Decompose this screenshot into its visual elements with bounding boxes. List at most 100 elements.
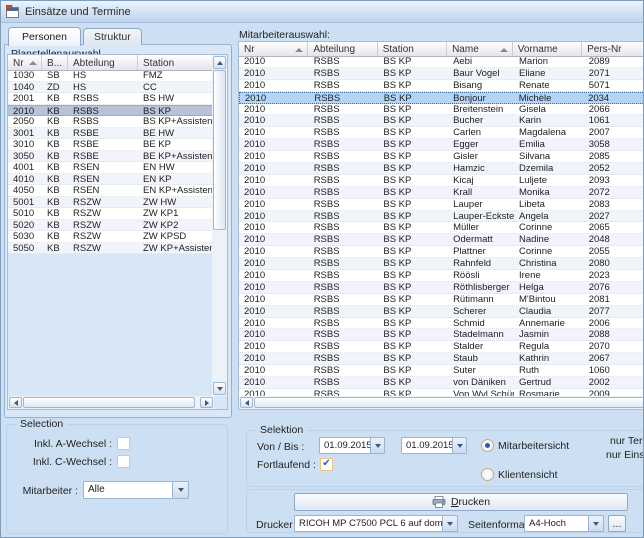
fortlaufend-checkbox[interactable]: ✔ — [320, 458, 333, 471]
scroll-up-button[interactable] — [213, 56, 226, 69]
scroll-left-button[interactable] — [9, 397, 22, 408]
table-row[interactable]: 4001KBRSENEN HW — [8, 162, 214, 174]
column-header[interactable]: Station — [378, 42, 447, 56]
table-row[interactable]: 5030KBRSZWZW KPSD — [8, 231, 214, 243]
drucken-button[interactable]: Drucken — [294, 493, 628, 511]
seitenformat-combobox[interactable]: A4-Hoch — [524, 515, 604, 532]
table-cell: HS — [68, 82, 138, 93]
table-row[interactable]: 5001KBRSZWZW HW — [8, 197, 214, 209]
date-from-picker[interactable]: 01.09.2015 — [319, 437, 385, 454]
table-row[interactable]: 2010RSBSBS KPLauper-EcksteinAngela2027 — [239, 211, 644, 223]
column-header[interactable]: Vorname — [513, 42, 582, 56]
table-row[interactable]: 5050KBRSZWZW KP+Assistenz — [8, 243, 214, 255]
table-cell: RSBS — [309, 270, 379, 281]
table-row[interactable]: 4010KBRSENEN KP — [8, 174, 214, 186]
titlebar[interactable]: Einsätze und Termine — [1, 1, 644, 23]
table-row[interactable]: 2010RSBSBS KPSchererClaudia2077 — [239, 306, 644, 318]
table-row[interactable]: 5020KBRSZWZW KP2 — [8, 220, 214, 232]
table-row[interactable]: 2010RSBSBS KPSchmidAnnemarie2006 — [239, 318, 644, 330]
mitarbeitersicht-radio[interactable] — [481, 439, 494, 452]
table-row[interactable]: 2010RSBSBS KPOdermattNadine2048 — [239, 234, 644, 246]
planstellen-vscrollbar[interactable] — [212, 55, 227, 396]
column-header[interactable]: B... — [42, 55, 68, 70]
table-row[interactable]: 5010KBRSZWZW KP1 — [8, 208, 214, 220]
sort-ascending-icon — [500, 48, 508, 52]
inkl-c-wechsel-checkbox[interactable]: ✔ — [117, 455, 130, 468]
table-row[interactable]: 2010RSBSBS KPKicajLuljete2093 — [239, 175, 644, 187]
drucker-combobox-value: RICOH MP C7500 PCL 6 auf domissrv01 (um — [295, 516, 442, 531]
table-cell: 3010 — [8, 139, 42, 150]
table-cell: 2010 — [239, 139, 309, 150]
table-row[interactable]: 2010RSBSBS KPBucherKarin1061 — [239, 115, 644, 127]
column-header[interactable]: Abteilung — [308, 42, 377, 56]
table-row[interactable]: 4050KBRSENEN KP+Assistenz — [8, 185, 214, 197]
table-row[interactable]: 2010RSBSBS KPPlattnerCorinne2055 — [239, 246, 644, 258]
table-row[interactable]: 2010KBRSBSBS KP — [8, 105, 214, 117]
scroll-left-button[interactable] — [240, 397, 253, 408]
table-cell: 2010 — [239, 151, 309, 162]
table-row[interactable]: 2010RSBSBS KPStalderRegula2070 — [239, 341, 644, 353]
table-row[interactable]: 2010RSBSBS KPBonjourMichèle2034 — [239, 92, 644, 104]
table-row[interactable]: 2010RSBSBS KPEggerEmilia3058 — [239, 139, 644, 151]
table-row[interactable]: 2010RSBSBS KPvon DänikenGertrud2002 — [239, 377, 644, 389]
klientensicht-radio[interactable] — [481, 468, 494, 481]
table-row[interactable]: 2010RSBSBS KPHamzicDzemila2052 — [239, 163, 644, 175]
table-row[interactable]: 1040ZDHSCC — [8, 82, 214, 94]
table-row[interactable]: 2010RSBSBS KPBaur VogelEliane2071 — [239, 68, 644, 80]
table-row[interactable]: 2050KBRSBSBS KP+Assistenz — [8, 116, 214, 128]
dropdown-button[interactable] — [588, 516, 603, 531]
mitarbeiter-combobox[interactable]: Alle — [83, 481, 189, 499]
vscroll-thumb[interactable] — [213, 70, 226, 230]
planstellen-hscrollbar[interactable] — [8, 396, 214, 409]
table-cell: Gertrud — [514, 377, 584, 388]
tab-struktur[interactable]: Struktur — [83, 28, 142, 45]
table-row[interactable]: 2010RSBSBS KPKrallMonika2072 — [239, 187, 644, 199]
table-row[interactable]: 3010KBRSBEBE KP — [8, 139, 214, 151]
table-row[interactable]: 3001KBRSBEBE HW — [8, 128, 214, 140]
seitenformat-browse-button[interactable]: ... — [608, 515, 626, 532]
table-row[interactable]: 2010RSBSBS KPBreitensteinGisela2066 — [239, 104, 644, 116]
table-row[interactable]: 2010RSBSBS KPMüllerCorinne2065 — [239, 222, 644, 234]
table-row[interactable]: 1030SBHSFMZ — [8, 70, 214, 82]
column-header[interactable]: Nr — [8, 55, 42, 70]
table-cell: Magdalena — [514, 127, 584, 138]
date-to-picker[interactable]: 01.09.2015 — [401, 437, 467, 454]
inkl-a-wechsel-checkbox[interactable]: ✔ — [117, 437, 130, 450]
table-row[interactable]: 2010RSBSBS KPAebiMarion2089 — [239, 56, 644, 68]
table-row[interactable]: 2010RSBSBS KPStadelmannJasmin2088 — [239, 329, 644, 341]
column-header[interactable]: Abteilung — [68, 55, 138, 70]
hscroll-thumb[interactable] — [254, 397, 644, 408]
table-cell: RSBS — [309, 93, 378, 103]
drucker-combobox[interactable]: RICOH MP C7500 PCL 6 auf domissrv01 (um — [294, 515, 458, 532]
table-row[interactable]: 3050KBRSBEBE KP+Assistenz — [8, 151, 214, 163]
dropdown-button[interactable] — [442, 516, 457, 531]
scroll-down-button[interactable] — [213, 382, 226, 395]
table-row[interactable]: 2010RSBSBS KPBisangRenate5071 — [239, 80, 644, 92]
column-header[interactable]: Nr — [239, 42, 308, 56]
table-row[interactable]: 2010RSBSBS KPLauperLibeta2083 — [239, 199, 644, 211]
table-cell: EN HW — [138, 162, 214, 173]
table-row[interactable]: 2010RSBSBS KPStaubKathrin2067 — [239, 353, 644, 365]
column-header[interactable]: Name — [447, 42, 513, 56]
dropdown-button[interactable] — [172, 482, 188, 498]
table-row[interactable]: 2001KBRSBSBS HW — [8, 93, 214, 105]
hscroll-thumb[interactable] — [23, 397, 195, 408]
table-row[interactable]: 2010RSBSBS KPRütimannM'Bintou2081 — [239, 294, 644, 306]
table-row[interactable]: 2010RSBSBS KPCarlenMagdalena2007 — [239, 127, 644, 139]
dropdown-button[interactable] — [452, 438, 466, 453]
table-row[interactable]: 2010RSBSBS KPRöthlisbergerHelga2076 — [239, 282, 644, 294]
column-header[interactable]: Station — [138, 55, 214, 70]
tab-personen[interactable]: Personen — [8, 27, 81, 46]
table-cell: BS KP — [378, 127, 448, 138]
mitarbeiter-hscrollbar[interactable] — [239, 396, 644, 409]
table-row[interactable]: 2010RSBSBS KPSuterRuth1060 — [239, 365, 644, 377]
table-cell: BS KP — [378, 353, 448, 364]
radio-dot-icon — [485, 443, 490, 448]
scroll-right-button[interactable] — [200, 397, 213, 408]
table-row[interactable]: 2010RSBSBS KPRöösliIrene2023 — [239, 270, 644, 282]
table-row[interactable]: 2010RSBSBS KPGislerSilvana2085 — [239, 151, 644, 163]
column-header[interactable]: Pers-Nr — [582, 42, 644, 56]
table-row[interactable]: 2010RSBSBS KPRahnfeldChristina2080 — [239, 258, 644, 270]
table-cell: Breitenstein — [448, 104, 514, 115]
dropdown-button[interactable] — [370, 438, 384, 453]
